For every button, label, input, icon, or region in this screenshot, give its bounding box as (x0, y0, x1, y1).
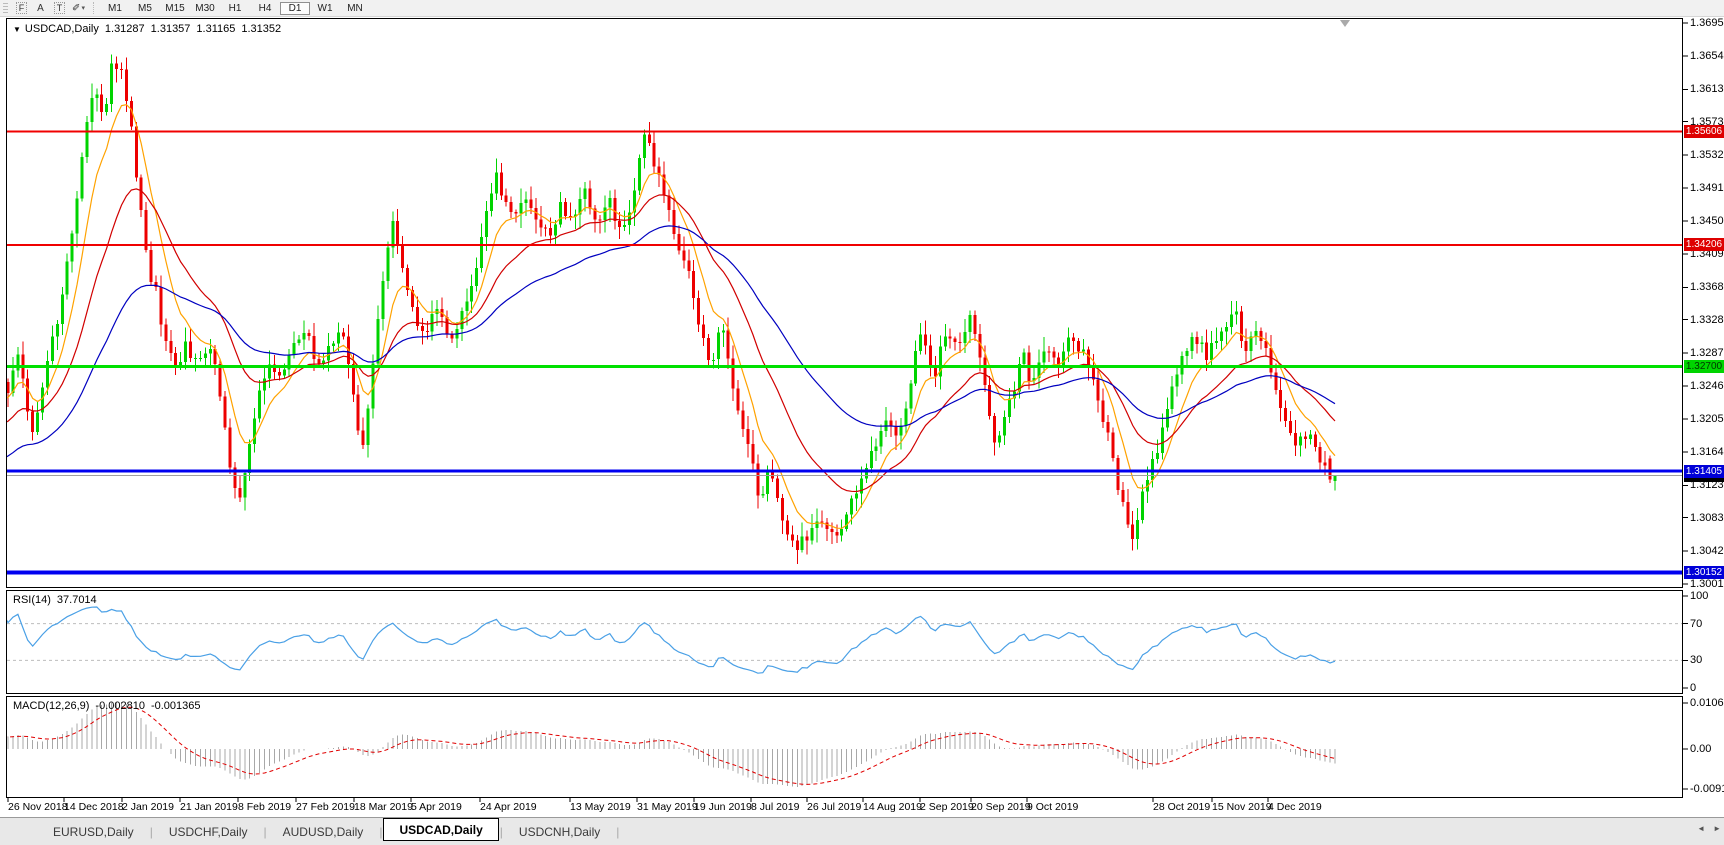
date-axis-label: 20 Sep 2019 (971, 801, 1031, 813)
date-axis-label: 9 Oct 2019 (1027, 801, 1078, 813)
date-axis-label: 28 Oct 2019 (1153, 801, 1210, 813)
rsi-name: RSI(14) (13, 594, 51, 606)
chart-tab-eurusd[interactable]: EURUSD,Daily (38, 822, 149, 842)
timeframe-button-m15[interactable]: M15 (160, 2, 190, 15)
price-axis-label: 1.36950 (1690, 17, 1724, 29)
date-axis-label: 31 May 2019 (637, 801, 698, 813)
ohlc-high: 1.31357 (151, 23, 191, 35)
toolbar-separator (93, 2, 95, 14)
timeframe-button-m30[interactable]: M30 (190, 2, 220, 15)
rsi-value: 37.7014 (57, 594, 97, 606)
mt4-window: FAT✐▾ M1M5M15M30H1H4D1W1MN ▼ USDCAD,Daily… (0, 0, 1724, 845)
timeframe-toolbar: M1M5M15M30H1H4D1W1MN (100, 2, 370, 15)
fibonacci-tool-icon[interactable]: F (12, 1, 31, 15)
price-axis-label: 1.30010 (1690, 578, 1724, 590)
date-axis-label: 26 Nov 2018 (8, 801, 68, 813)
tab-scroll-right-icon[interactable]: ► (1713, 824, 1721, 833)
arrow-tool-icon[interactable]: ✐▾ (69, 1, 88, 15)
tab-separator: | (615, 825, 620, 839)
date-axis-label: 2 Jan 2019 (122, 801, 174, 813)
date-axis-label: 18 Mar 2019 (354, 801, 413, 813)
hline-price-badge: 1.35606 (1684, 125, 1724, 138)
chart-tab-bar: EURUSD,Daily|USDCHF,Daily|AUDUSD,Daily|U… (0, 817, 1724, 845)
date-axis-label: 19 Jun 2019 (694, 801, 752, 813)
timeframe-button-m5[interactable]: M5 (130, 2, 160, 15)
moving-averages-layer (0, 105, 1335, 537)
timeframe-button-h4[interactable]: H4 (250, 2, 280, 15)
price-axis-label: 1.31640 (1690, 446, 1724, 458)
price-axis-label: 1.32460 (1690, 380, 1724, 392)
price-axis-label: 1.33280 (1690, 314, 1724, 326)
macd-value: -0.002810 (95, 700, 145, 712)
date-axis-label: 4 Dec 2019 (1268, 801, 1322, 813)
macd-label: MACD(12,26,9) -0.002810 -0.001365 (13, 700, 207, 712)
ohlc-open: 1.31287 (105, 23, 145, 35)
date-axis-label: 21 Jan 2019 (180, 801, 238, 813)
toolbar: FAT✐▾ M1M5M15M30H1H4D1W1MN (0, 0, 1724, 17)
price-axis-label: 1.35320 (1690, 149, 1724, 161)
timeframe-button-m1[interactable]: M1 (100, 2, 130, 15)
text-tool-icon[interactable]: A (31, 1, 50, 15)
timeframe-button-d1[interactable]: D1 (280, 2, 310, 15)
text-label-tool-icon[interactable]: T (50, 1, 69, 15)
rsi-label: RSI(14) 37.7014 (13, 594, 103, 606)
line-studies-toolbar: FAT✐▾ (12, 1, 88, 15)
rsi-axis-label: 70 (1690, 618, 1702, 630)
tab-scroll-left-icon[interactable]: ◄ (1697, 824, 1705, 833)
date-axis-label: 2 Sep 2019 (920, 801, 974, 813)
chart-tab-audusd[interactable]: AUDUSD,Daily (268, 822, 379, 842)
price-axis-label: 1.34910 (1690, 182, 1724, 194)
timeframe-button-mn[interactable]: MN (340, 2, 370, 15)
hline-price-badge: 1.30152 (1684, 566, 1724, 579)
chart-tab-usdcad[interactable]: USDCAD,Daily (383, 818, 498, 841)
date-axis-label: 8 Feb 2019 (238, 801, 291, 813)
macd-axis-label: 0.010615 (1690, 697, 1724, 709)
date-axis-label: 14 Aug 2019 (863, 801, 922, 813)
ohlc-close: 1.31352 (241, 23, 281, 35)
date-axis-label: 8 Jul 2019 (751, 801, 799, 813)
date-axis-label: 14 Dec 2018 (64, 801, 124, 813)
chart-canvas[interactable] (0, 0, 1724, 845)
chart-tab-usdcnh[interactable]: USDCNH,Daily (504, 822, 615, 842)
price-axis-label: 1.33680 (1690, 281, 1724, 293)
collapse-icon[interactable]: ▼ (13, 25, 21, 34)
hline-price-badge: 1.31405 (1684, 465, 1724, 478)
symbol-header[interactable]: ▼ USDCAD,Daily 1.31287 1.31357 1.31165 1.3135… (13, 23, 287, 35)
price-axis-label: 1.36130 (1690, 83, 1724, 95)
chart-tabs: EURUSD,Daily|USDCHF,Daily|AUDUSD,Daily|U… (38, 822, 620, 842)
date-axis-label: 13 May 2019 (570, 801, 631, 813)
price-axis-label: 1.30830 (1690, 512, 1724, 524)
date-axis-label: 26 Jul 2019 (807, 801, 861, 813)
candlestick-layer (3, 54, 1335, 564)
ohlc-low: 1.31165 (196, 23, 235, 35)
macd-axis-label: -0.00918 (1690, 783, 1724, 795)
price-axis-label: 1.34500 (1690, 215, 1724, 227)
macd-axis-label: 0.00 (1690, 743, 1711, 755)
date-axis-label: 15 Nov 2019 (1212, 801, 1272, 813)
macd-layer (3, 702, 1335, 787)
timeframe-button-w1[interactable]: W1 (310, 2, 340, 15)
price-axis-label: 1.32870 (1690, 347, 1724, 359)
toolbar-drag-handle[interactable] (3, 3, 8, 14)
macd-signal-value: -0.001365 (151, 700, 201, 712)
symbol-name: USDCAD,Daily (25, 23, 99, 35)
rsi-axis-label: 100 (1690, 590, 1708, 602)
price-axis-label: 1.30420 (1690, 545, 1724, 557)
date-axis-label: 24 Apr 2019 (480, 801, 537, 813)
chart-shift-marker-icon (1340, 20, 1350, 27)
dropdown-caret-icon[interactable]: ▾ (81, 4, 85, 12)
rsi-axis-label: 0 (1690, 682, 1696, 694)
chart-tab-usdchf[interactable]: USDCHF,Daily (154, 822, 263, 842)
timeframe-button-h1[interactable]: H1 (220, 2, 250, 15)
price-axis-label: 1.32050 (1690, 413, 1724, 425)
date-axis-label: 5 Apr 2019 (411, 801, 462, 813)
hline-price-badge: 1.34206 (1684, 238, 1724, 251)
rsi-layer (0, 607, 1682, 673)
rsi-axis-label: 30 (1690, 654, 1702, 666)
macd-name: MACD(12,26,9) (13, 700, 89, 712)
date-axis-label: 27 Feb 2019 (296, 801, 355, 813)
price-axis-label: 1.36540 (1690, 50, 1724, 62)
hline-price-badge: 1.32700 (1684, 360, 1724, 373)
tab-scroll-buttons: ◄ ► (1697, 824, 1721, 833)
